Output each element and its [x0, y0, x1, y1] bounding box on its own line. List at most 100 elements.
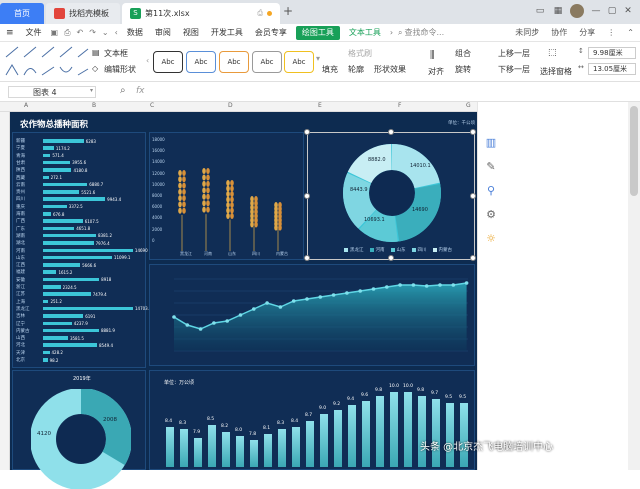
quick-save-icon[interactable]: ▣: [48, 24, 62, 42]
resize-handle-b[interactable]: [388, 255, 394, 261]
shape-height-input[interactable]: 9.98厘米: [588, 47, 636, 59]
donut-chart[interactable]: 8882.0 14010.1 8443.9 14690 10693.1 黑龙江 河南 山东 四…: [304, 129, 476, 261]
scroll-left-icon[interactable]: ‹: [146, 56, 149, 65]
send-backward-button[interactable]: 下移一层: [498, 64, 530, 75]
dashboard[interactable]: 农作物总播种面积 单位：千公顷 新疆 6283 宁夏 1174.2 青海 571.4 甘肃 3…: [10, 112, 477, 489]
col-G[interactable]: G: [466, 102, 471, 109]
maximize-icon[interactable]: ▢: [606, 5, 618, 17]
fx-label[interactable]: fx: [136, 86, 145, 96]
area-line-chart[interactable]: [149, 264, 475, 366]
region-value: 428.2: [51, 350, 63, 356]
outline-button[interactable]: 轮廓: [348, 64, 364, 75]
region-bar: [43, 160, 71, 165]
avatar[interactable]: [570, 4, 584, 18]
name-box[interactable]: 图表 4: [8, 86, 96, 98]
style-more-icon[interactable]: ▾: [316, 54, 320, 63]
year-bar-value: 10.0: [389, 384, 400, 389]
bring-forward-button[interactable]: 上移一层: [498, 48, 530, 59]
wheat-chart[interactable]: 18000 16000 14000 12000 10000 8000 6000 4000 200…: [149, 132, 304, 260]
print-icon[interactable]: ⎙: [61, 24, 73, 42]
shape-effect-button[interactable]: 形状效果: [374, 64, 406, 75]
chart-filter-icon[interactable]: ⚲: [484, 184, 498, 198]
wheat-grain: [230, 213, 234, 219]
year-bar-chart[interactable]: 单位：万公顷 8.4 8.3 7.9 8.5 8.2 8.0 7.8 8.1 8.3 8.4 8.7…: [149, 370, 475, 470]
shape-style-orange[interactable]: Abc: [219, 51, 249, 73]
chevron-down-icon[interactable]: ⌄: [99, 24, 112, 42]
col-B[interactable]: B: [92, 102, 96, 109]
textbox-icon: ▤: [92, 48, 100, 57]
resize-handle-tl[interactable]: [304, 129, 310, 135]
format-brush-button[interactable]: 格式刷: [348, 48, 372, 59]
select-pane-button[interactable]: 选择窗格: [540, 66, 572, 77]
textbox-button[interactable]: 文本框: [104, 48, 128, 59]
menu-data[interactable]: 数据: [121, 24, 149, 42]
resize-handle-l[interactable]: [304, 193, 310, 199]
shape-width-input[interactable]: 13.05厘米: [588, 63, 636, 75]
scroll-thumb[interactable]: [630, 106, 638, 196]
edit-shape-button[interactable]: 编辑形状: [104, 64, 136, 75]
resize-handle-r[interactable]: [470, 193, 476, 199]
donut2-chart[interactable]: 2019年 4120 2008: [12, 370, 146, 489]
name-box-dropdown-icon[interactable]: ▾: [90, 87, 93, 94]
wheat-grain: [202, 174, 206, 181]
tab-pin-icon[interactable]: ⎙: [257, 9, 263, 18]
resize-handle-br[interactable]: [470, 255, 476, 261]
col-D[interactable]: D: [228, 102, 233, 109]
formula-input[interactable]: [152, 86, 632, 98]
minimize-icon[interactable]: —: [590, 5, 602, 17]
layout-icon[interactable]: ▭: [534, 5, 546, 17]
collaborate-button[interactable]: 协作: [545, 24, 573, 42]
undo-icon[interactable]: ↶: [74, 24, 87, 42]
search-command[interactable]: 查找命令...: [405, 24, 451, 42]
tab-template[interactable]: 找稻壳模板: [46, 3, 120, 24]
tab-home[interactable]: 首页: [0, 3, 44, 24]
chart-elements-icon[interactable]: ▥: [484, 136, 498, 150]
col-F[interactable]: F: [398, 102, 401, 109]
shape-style-black[interactable]: Abc: [153, 51, 183, 73]
align-button[interactable]: 对齐: [428, 66, 444, 77]
sync-status[interactable]: 未同步: [509, 24, 545, 42]
col-E[interactable]: E: [318, 102, 322, 109]
resize-handle-tr[interactable]: [470, 129, 476, 135]
menu-developer[interactable]: 开发工具: [205, 24, 249, 42]
zoom-icon[interactable]: ⌕: [120, 85, 126, 96]
menu-drawing-tools[interactable]: 绘图工具: [295, 25, 340, 40]
redo-icon[interactable]: ↷: [86, 24, 99, 42]
menu-review[interactable]: 审阅: [149, 24, 177, 42]
more-options-icon[interactable]: ⋮: [601, 24, 621, 42]
shape-style-yellow[interactable]: Abc: [284, 51, 314, 73]
grid-icon[interactable]: ▦: [552, 5, 564, 17]
empty-cells-area[interactable]: [503, 102, 628, 470]
menu-text-tools[interactable]: 文本工具: [343, 24, 387, 42]
share-button[interactable]: 分享: [573, 24, 601, 42]
col-A[interactable]: A: [24, 102, 28, 109]
shape-style-blue[interactable]: Abc: [186, 51, 216, 73]
menu-view[interactable]: 视图: [177, 24, 205, 42]
year-bar-value: 9.0: [319, 406, 327, 411]
menu-member[interactable]: 会员专享: [249, 24, 293, 42]
col-C[interactable]: C: [150, 102, 154, 109]
shape-gallery[interactable]: [4, 45, 90, 79]
menu-file[interactable]: 文件: [20, 24, 48, 42]
tips-bulb-icon[interactable]: ☼: [484, 232, 498, 246]
group-button[interactable]: 组合: [455, 48, 471, 59]
settings-icon[interactable]: ⚙: [484, 208, 498, 222]
resize-handle-bl[interactable]: [304, 255, 310, 261]
tab-file[interactable]: S 第11次.xlsx ⎙: [122, 3, 280, 24]
close-icon[interactable]: ✕: [622, 5, 634, 17]
region-bar-chart[interactable]: 新疆 6283 宁夏 1174.2 青海 571.4 甘肃 3955.6 陕西 4180.8 西藏 2…: [12, 132, 152, 368]
resize-handle-t[interactable]: [388, 129, 394, 135]
donut-label: 10693.1: [364, 217, 385, 223]
vertical-scrollbar[interactable]: [628, 102, 640, 470]
shape-style-gray[interactable]: Abc: [252, 51, 282, 73]
row-header[interactable]: [0, 112, 10, 470]
menu-more-right-icon[interactable]: ›: [387, 24, 396, 42]
rotate-button[interactable]: 旋转: [455, 64, 471, 75]
menu-more-left-icon[interactable]: ‹: [112, 24, 121, 42]
hamburger-icon[interactable]: ≡: [0, 24, 20, 42]
fill-button[interactable]: 填充: [322, 64, 338, 75]
chart-style-icon[interactable]: ✎: [484, 160, 498, 174]
new-tab-icon[interactable]: +: [282, 5, 294, 17]
region-bar: [43, 358, 48, 362]
collapse-ribbon-icon[interactable]: ⌃: [621, 24, 640, 42]
